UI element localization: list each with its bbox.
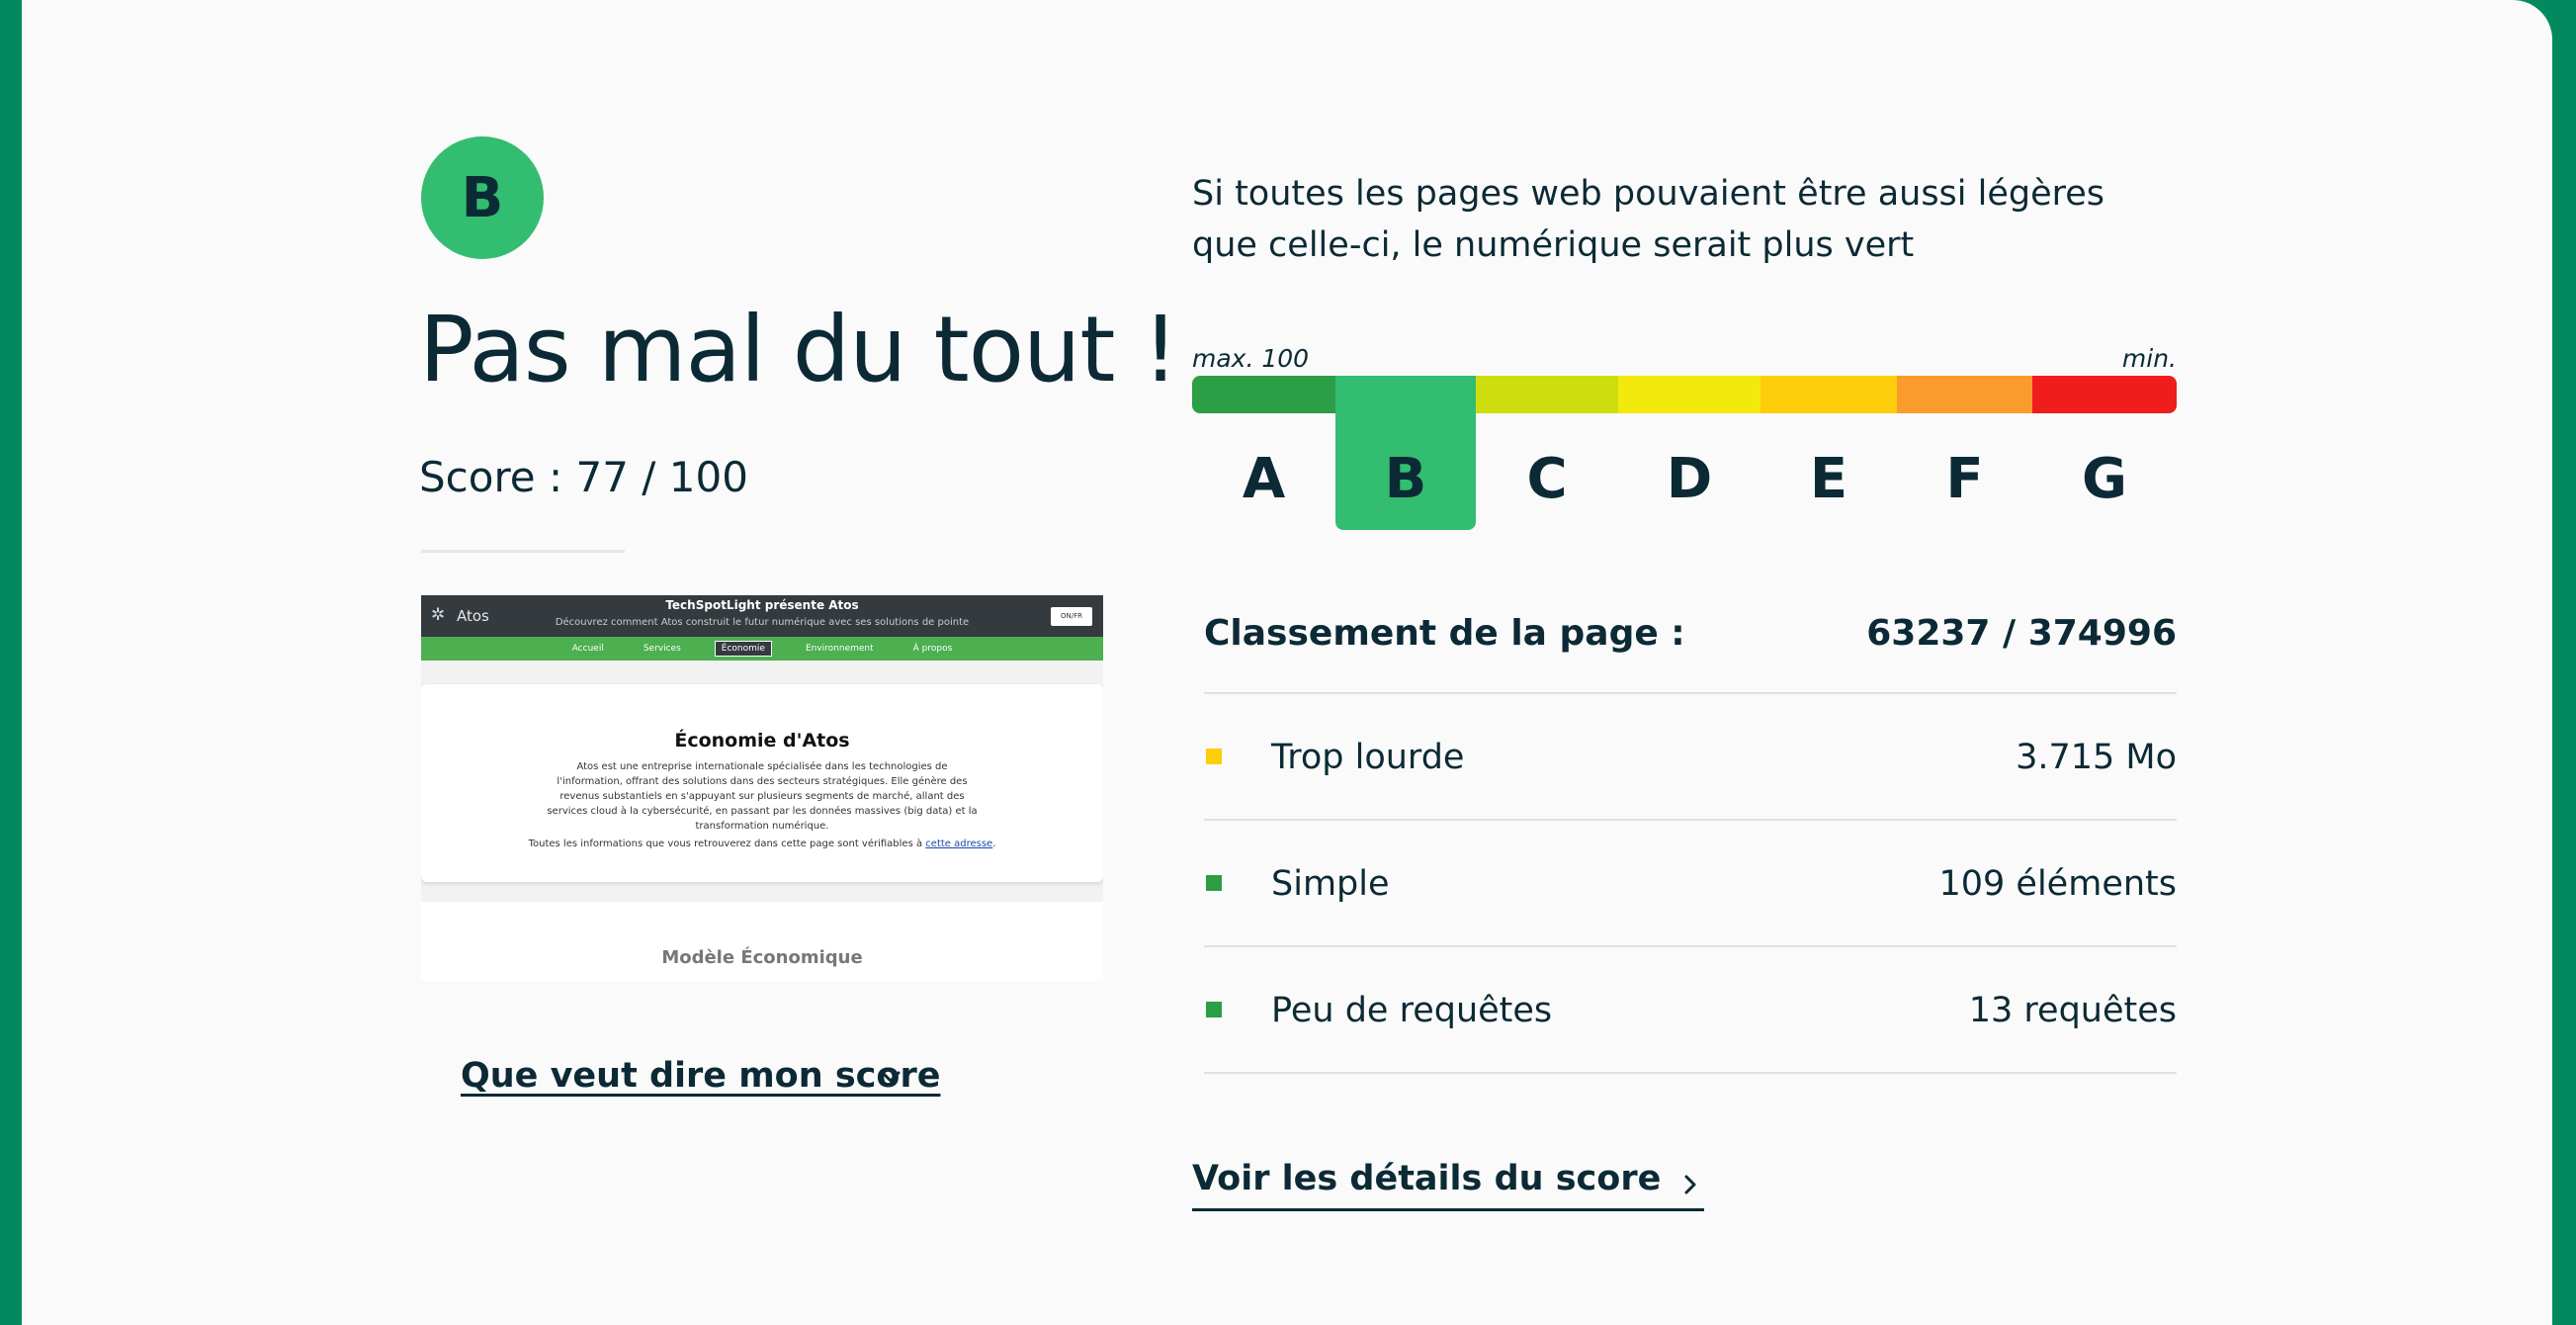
metric-label: Simple [1271, 864, 1390, 904]
preview-nav-item: À propos [912, 644, 953, 654]
metric-value: 13 requêtes [1968, 991, 2177, 1030]
preview-site-subtitle: Découvrez comment Atos construit le futu… [555, 617, 970, 628]
grade-segment-a [1192, 376, 1335, 413]
grade-letter-e: E [1809, 447, 1848, 511]
preview-source-link: cette adresse [925, 839, 993, 849]
result-headline: Pas mal du tout ! [419, 297, 1179, 402]
grade-letter-d: D [1666, 447, 1713, 511]
grade-segment-d [1618, 376, 1760, 413]
grade-segment-c [1476, 376, 1618, 413]
grade-letter-g: G [2082, 447, 2127, 511]
preview-section-note: Toutes les informations que vous retrouv… [528, 839, 996, 849]
metric-label: Trop lourde [1271, 738, 1465, 777]
preview-nav: Accueil Services Économie Environnement … [421, 637, 1103, 661]
preview-nav-item: Accueil [571, 644, 604, 654]
chevron-right-icon [1684, 1175, 1696, 1194]
preview-nav-item: Services [643, 644, 681, 654]
ranking-label: Classement de la page : [1204, 613, 1685, 654]
metric-row-elements: Simple 109 éléments [1204, 821, 2177, 945]
preview-section-text: Atos est une entreprise internationale s… [547, 761, 978, 832]
grade-letter-b: B [1384, 447, 1427, 511]
grade-letter-c: C [1526, 447, 1568, 511]
preview-next-title: Modèle Économique [661, 947, 863, 968]
metric-row-requests: Peu de requêtes 13 requêtes [1204, 947, 2177, 1072]
metric-value: 3.715 Mo [2016, 738, 2177, 777]
grade-badge: B [421, 136, 544, 259]
preview-next-section: Modèle Économique [421, 902, 1103, 981]
metric-row-weight: Trop lourde 3.715 Mo [1204, 694, 2177, 819]
chevron-down-icon[interactable] [880, 1066, 902, 1088]
metric-label: Peu de requêtes [1271, 991, 1553, 1030]
page-screenshot-preview: ✲ Atos TechSpotLight présente Atos Décou… [421, 595, 1103, 981]
grade-letter-a: A [1242, 447, 1286, 511]
tagline: Si toutes les pages web pouvaient être a… [1192, 174, 2105, 265]
preview-nav-item-active: Économie [714, 641, 772, 657]
score-details-link[interactable]: Voir les détails du score [1192, 1159, 1705, 1211]
grade-letter-f: F [1945, 447, 1984, 511]
score-meaning-toggle[interactable]: Que veut dire mon score [461, 1056, 940, 1096]
preview-lang-button: ON/FR [1051, 607, 1092, 626]
scale-max-label: max. 100 [1192, 344, 1310, 373]
divider [421, 550, 625, 553]
grade-segment-g [2032, 376, 2177, 413]
preview-site-title: TechSpotLight présente Atos [665, 598, 859, 612]
metric-value: 109 éléments [1938, 864, 2178, 904]
grade-segment-e [1760, 376, 1897, 413]
status-square-icon [1206, 749, 1222, 764]
preview-nav-item: Environnement [805, 644, 874, 654]
metrics-list: Trop lourde 3.715 Mo Simple 109 éléments… [1204, 692, 2177, 1074]
status-square-icon [1206, 1002, 1222, 1017]
score-details-label: Voir les détails du score [1192, 1159, 1662, 1198]
grade-letters: A B C D E F G [1192, 447, 2177, 512]
result-card: B Pas mal du tout ! Score : 77 / 100 ✲ A… [22, 0, 2552, 1325]
status-square-icon [1206, 875, 1222, 891]
preview-header: ✲ Atos TechSpotLight présente Atos Décou… [421, 595, 1103, 637]
divider [1204, 1072, 2177, 1074]
ranking-value: 63237 / 374996 [1866, 613, 2177, 654]
grade-segment-f [1897, 376, 2032, 413]
score-text: Score : 77 / 100 [419, 453, 748, 501]
preview-section: Économie d'Atos Atos est une entreprise … [421, 684, 1103, 882]
preview-section-title: Économie d'Atos [674, 730, 850, 751]
